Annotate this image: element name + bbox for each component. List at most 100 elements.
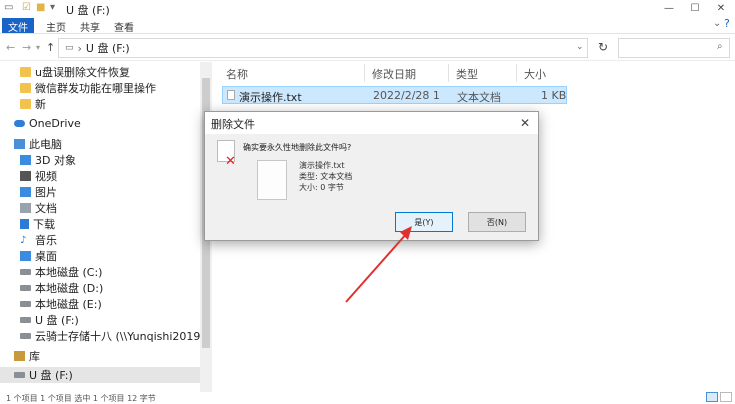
sidebar-item-drive-f-root[interactable]: U 盘 (F:) xyxy=(0,367,200,383)
sidebar-item-label: 云骑士存储十八 (\\Yunqishi2019) (Z xyxy=(35,330,200,343)
document-icon xyxy=(20,203,31,213)
minimize-button[interactable]: — xyxy=(656,0,682,16)
sidebar-item-label: 本地磁盘 (D:) xyxy=(35,282,104,295)
text-file-icon xyxy=(227,90,235,100)
refresh-icon[interactable]: ↻ xyxy=(598,40,608,54)
delete-x-icon: ✕ xyxy=(225,154,236,169)
dialog-close-button[interactable]: ✕ xyxy=(515,114,535,132)
drive-icon xyxy=(20,301,31,307)
sidebar-item-wechat[interactable]: 微信群发功能在哪里操作 xyxy=(20,80,156,96)
file-date: 2022/2/28 1 xyxy=(373,89,440,102)
sidebar-item-new[interactable]: 新 xyxy=(20,96,46,112)
sidebar-item-onedrive[interactable]: OneDrive xyxy=(14,115,81,131)
sidebar-item-label: 此电脑 xyxy=(29,138,62,151)
address-row: ← → ▾ ↑ ▭ › U 盘 (F:) ⌄ ↻ ⌕ xyxy=(0,35,735,61)
forward-arrow-icon[interactable]: → xyxy=(22,41,31,54)
folder-icon xyxy=(20,83,31,93)
search-input[interactable]: ⌕ xyxy=(618,38,730,58)
download-icon xyxy=(20,219,29,229)
table-row[interactable]: 演示操作.txt 2022/2/28 1 文本文档 1 KB xyxy=(222,86,567,104)
search-icon: ⌕ xyxy=(717,41,723,52)
quick-access-drive-icon[interactable]: ▭ xyxy=(4,2,13,13)
sidebar-item-label: 下载 xyxy=(33,218,55,231)
close-button[interactable]: ✕ xyxy=(708,0,734,16)
sidebar-item-drive-f[interactable]: U 盘 (F:) xyxy=(20,312,79,328)
sidebar-item-3d-objects[interactable]: 3D 对象 xyxy=(20,152,76,168)
dialog-file-size: 大小: 0 字节 xyxy=(299,183,344,192)
network-drive-icon xyxy=(20,333,31,339)
sidebar-item-documents[interactable]: 文档 xyxy=(20,200,57,216)
sidebar-item-downloads[interactable]: 下载 xyxy=(20,216,55,232)
sidebar-item-drive-d[interactable]: 本地磁盘 (D:) xyxy=(20,280,103,296)
quick-access-dropdown-icon[interactable]: ▾ xyxy=(50,2,55,13)
arrow-shaft xyxy=(345,231,409,303)
navigation-pane: u盘误删除文件恢复 微信群发功能在哪里操作 新 OneDrive 此电脑 3D … xyxy=(0,62,210,392)
dialog-question: 确实要永久性地删除此文件吗? xyxy=(243,143,352,152)
quick-access-checkbox-icon[interactable]: ☑ xyxy=(22,2,31,13)
column-header-size[interactable]: 大小 xyxy=(524,66,546,82)
column-divider[interactable] xyxy=(364,64,365,82)
video-icon xyxy=(20,171,31,181)
column-divider[interactable] xyxy=(516,64,517,82)
dialog-title: 删除文件 xyxy=(205,112,538,134)
sidebar-item-this-pc[interactable]: 此电脑 xyxy=(14,136,62,152)
sidebar-item-label: 视频 xyxy=(35,170,57,183)
dialog-file-type: 类型: 文本文档 xyxy=(299,172,353,181)
tab-share[interactable]: 共享 xyxy=(74,18,106,34)
drive-icon xyxy=(20,285,31,291)
dialog-file-name: 演示操作.txt xyxy=(299,161,345,170)
column-divider[interactable] xyxy=(448,64,449,82)
sidebar-item-label: U 盘 (F:) xyxy=(35,314,79,327)
sidebar-item-label: 桌面 xyxy=(35,250,57,263)
sidebar-item-label: 新 xyxy=(35,98,46,111)
desktop-icon xyxy=(20,251,31,261)
file-size: 1 KB xyxy=(541,89,567,102)
sidebar-item-drive-c[interactable]: 本地磁盘 (C:) xyxy=(20,264,102,280)
address-dropdown-icon[interactable]: ⌄ xyxy=(576,42,584,52)
column-header-date[interactable]: 修改日期 xyxy=(372,66,416,82)
column-header-type[interactable]: 类型 xyxy=(456,66,478,82)
picture-icon xyxy=(20,187,31,197)
document-preview-icon xyxy=(257,160,287,200)
address-path[interactable]: U 盘 (F:) xyxy=(86,40,130,56)
tab-view[interactable]: 查看 xyxy=(108,18,140,34)
cube-icon xyxy=(20,155,31,165)
library-icon xyxy=(14,351,25,361)
tab-file[interactable]: 文件 xyxy=(2,18,34,34)
sidebar-item-music[interactable]: ♪ 音乐 xyxy=(20,232,57,248)
ribbon-expand-icon[interactable]: ⌄ xyxy=(713,18,721,29)
help-icon[interactable]: ? xyxy=(724,17,730,30)
breadcrumb-chevron-icon[interactable]: › xyxy=(78,42,82,55)
recent-locations-icon[interactable]: ▾ xyxy=(36,43,40,52)
sidebar-item-libraries[interactable]: 库 xyxy=(14,348,40,364)
sidebar-item-pictures[interactable]: 图片 xyxy=(20,184,57,200)
sidebar-item-desktop[interactable]: 桌面 xyxy=(20,248,57,264)
details-view-icon[interactable] xyxy=(706,392,718,402)
sidebar-item-network-drive-z[interactable]: 云骑士存储十八 (\\Yunqishi2019) (Z xyxy=(20,328,200,344)
file-name: 演示操作.txt xyxy=(239,91,302,104)
sidebar-item-videos[interactable]: 视频 xyxy=(20,168,57,184)
folder-icon xyxy=(20,99,31,109)
large-icons-view-icon[interactable] xyxy=(720,392,732,402)
pc-icon xyxy=(14,139,25,149)
status-text: 1 个项目 1 个项目 选中 1 个项目 12 字节 xyxy=(6,394,156,403)
sidebar-item-label: 微信群发功能在哪里操作 xyxy=(35,82,156,95)
column-header-name[interactable]: 名称 xyxy=(226,66,248,82)
no-button[interactable]: 否(N) xyxy=(468,212,526,232)
up-arrow-icon[interactable]: ↑ xyxy=(46,41,55,54)
sidebar-item-label: u盘误删除文件恢复 xyxy=(35,66,130,79)
sidebar-item-u-disk-recovery[interactable]: u盘误删除文件恢复 xyxy=(20,64,130,80)
folder-icon xyxy=(20,67,31,77)
sidebar-item-drive-e[interactable]: 本地磁盘 (E:) xyxy=(20,296,102,312)
quick-access-folder-icon[interactable]: ■ xyxy=(36,2,45,13)
sidebar-item-label: 本地磁盘 (C:) xyxy=(35,266,103,279)
address-bar[interactable]: ▭ › U 盘 (F:) xyxy=(58,38,588,58)
tab-home[interactable]: 主页 xyxy=(40,18,72,34)
sidebar-item-label: U 盘 (F:) xyxy=(29,369,73,382)
drive-icon xyxy=(20,317,31,323)
music-icon: ♪ xyxy=(20,235,27,246)
sidebar-item-label: 图片 xyxy=(35,186,57,199)
restore-button[interactable]: ☐ xyxy=(682,0,708,16)
back-arrow-icon[interactable]: ← xyxy=(6,41,15,54)
annotation-arrow-icon xyxy=(345,226,412,303)
